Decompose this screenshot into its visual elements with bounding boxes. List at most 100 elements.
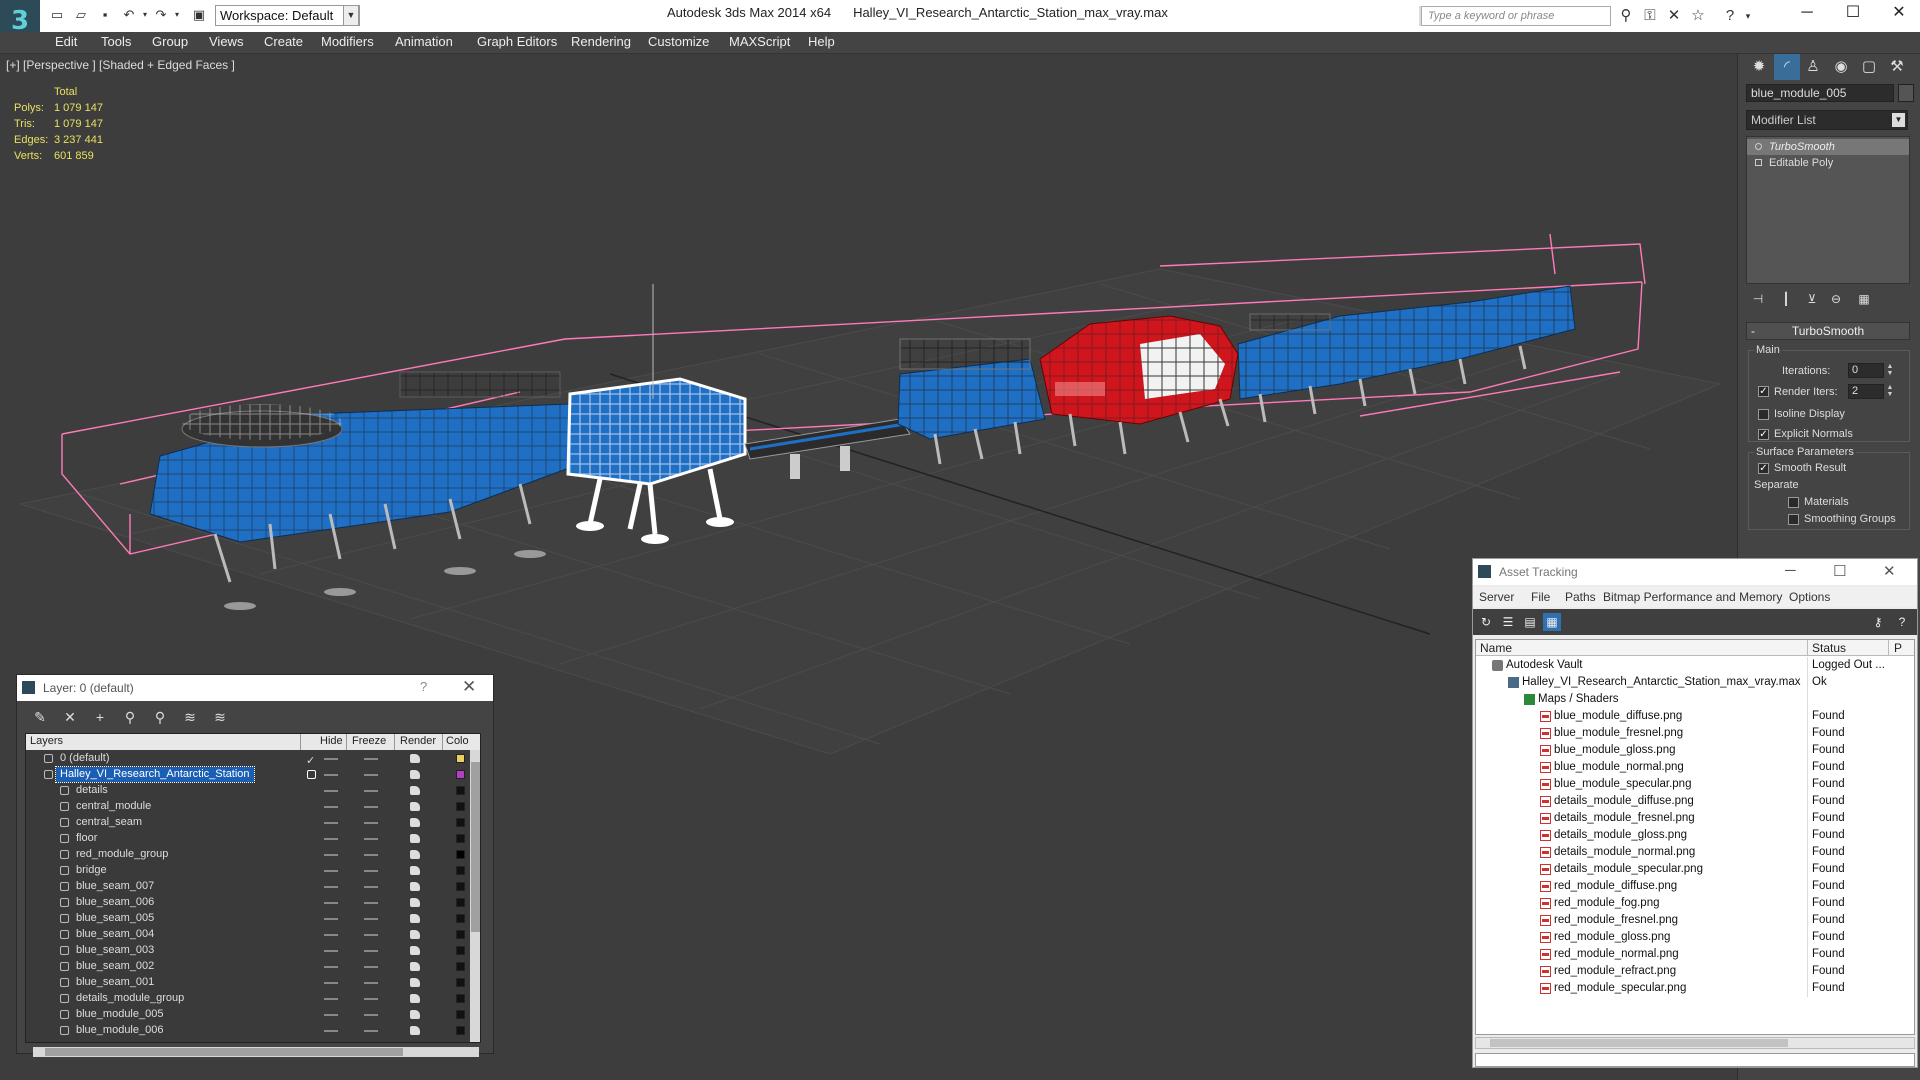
freeze-toggle[interactable] — [364, 870, 378, 872]
layer-row[interactable]: central_seam — [26, 815, 466, 831]
refresh-icon[interactable]: ↻ — [1477, 613, 1495, 631]
layer-row[interactable]: blue_seam_006 — [26, 895, 466, 911]
asset-row[interactable]: red_module_gloss.png Found — [1476, 929, 1914, 946]
column-separator[interactable] — [442, 734, 443, 750]
make-current-box-icon[interactable] — [307, 770, 316, 779]
layer-row[interactable]: details — [26, 783, 466, 799]
col-freeze[interactable]: Freeze — [352, 735, 386, 747]
layer-color-swatch[interactable] — [456, 882, 465, 891]
layer-row[interactable]: red_module_group — [26, 847, 466, 863]
freeze-toggle[interactable] — [364, 1030, 378, 1032]
column-separator[interactable] — [346, 734, 347, 750]
table-view-icon[interactable]: ▦ — [1543, 613, 1561, 631]
user-account-icon[interactable]: ✕ — [1664, 6, 1684, 26]
column-separator[interactable] — [300, 734, 301, 750]
render-teapot-icon[interactable] — [410, 882, 420, 891]
help-button[interactable]: ? — [420, 679, 427, 694]
layer-row[interactable]: Halley_VI_Research_Antarctic_Station — [26, 766, 466, 783]
render-teapot-icon[interactable] — [410, 898, 420, 907]
scroll-thumb[interactable] — [45, 1048, 403, 1056]
hide-toggle[interactable] — [324, 966, 338, 968]
render-teapot-icon[interactable] — [410, 962, 420, 971]
stack-item-editable-poly[interactable]: Editable Poly — [1747, 155, 1909, 171]
hide-toggle[interactable] — [324, 982, 338, 984]
favorites-star-icon[interactable]: ☆ — [1688, 6, 1708, 26]
freeze-toggle[interactable] — [364, 950, 378, 952]
layer-row[interactable]: blue_seam_001 — [26, 975, 466, 991]
col-hide[interactable]: Hide — [320, 735, 343, 747]
configure-sets-icon[interactable]: ▦ — [1854, 290, 1874, 308]
render-teapot-icon[interactable] — [410, 802, 420, 811]
hide-toggle[interactable] — [324, 854, 338, 856]
make-unique-icon[interactable]: ⊻ — [1802, 290, 1822, 308]
remove-modifier-icon[interactable]: ⊖ — [1826, 290, 1846, 308]
help-icon[interactable]: ? — [1893, 613, 1911, 631]
stack-item-turbosmooth[interactable]: TurboSmooth — [1747, 139, 1909, 155]
hide-toggle[interactable] — [324, 1014, 338, 1016]
isoline-display-checkbox[interactable] — [1758, 409, 1769, 420]
layer-row[interactable]: blue_seam_007 — [26, 879, 466, 895]
layer-color-swatch[interactable] — [456, 850, 465, 859]
hide-toggle[interactable] — [324, 758, 338, 760]
hide-toggle[interactable] — [324, 806, 338, 808]
layer-name[interactable]: central_module — [72, 799, 155, 814]
layer-name[interactable]: details — [72, 783, 112, 798]
light-bulb-icon[interactable] — [1755, 143, 1762, 150]
binoculars-icon[interactable]: ⚲ — [1616, 6, 1636, 26]
render-teapot-icon[interactable] — [410, 818, 420, 827]
open-file-icon[interactable]: ▱ — [72, 6, 90, 24]
asset-row[interactable]: details_module_specular.png Found — [1476, 861, 1914, 878]
hide-toggle[interactable] — [324, 934, 338, 936]
layer-name[interactable]: blue_seam_006 — [72, 895, 158, 910]
col-status[interactable]: Status — [1812, 641, 1846, 655]
hide-toggle[interactable] — [324, 998, 338, 1000]
menu-help[interactable]: Help — [808, 34, 835, 49]
render-teapot-icon[interactable] — [410, 754, 420, 763]
menu-tools[interactable]: Tools — [101, 34, 131, 49]
layer-color-swatch[interactable] — [456, 818, 465, 827]
hide-all-layers-icon[interactable]: ≋ — [179, 707, 201, 727]
layer-color-swatch[interactable] — [456, 770, 465, 779]
layer-row[interactable]: blue_module_006 — [26, 1023, 466, 1039]
asset-row[interactable]: blue_module_diffuse.png Found — [1476, 708, 1914, 725]
materials-checkbox[interactable] — [1788, 497, 1799, 508]
layer-color-swatch[interactable] — [456, 1010, 465, 1019]
layer-color-swatch[interactable] — [456, 898, 465, 907]
asset-horizontal-scrollbar[interactable] — [1475, 1037, 1915, 1049]
render-iters-checkbox[interactable]: ✓ — [1758, 386, 1769, 397]
help-dropdown-icon[interactable]: ▾ — [1738, 6, 1758, 26]
freeze-toggle[interactable] — [364, 790, 378, 792]
asset-row[interactable]: red_module_fresnel.png Found — [1476, 912, 1914, 929]
freeze-toggle[interactable] — [364, 966, 378, 968]
asset-row[interactable]: blue_module_normal.png Found — [1476, 759, 1914, 776]
col-color[interactable]: Colo — [446, 735, 469, 747]
freeze-toggle[interactable] — [364, 886, 378, 888]
render-iters-spinner[interactable]: 2 — [1848, 384, 1884, 399]
layer-name[interactable]: central_seam — [72, 815, 146, 830]
freeze-all-layers-icon[interactable]: ≋ — [209, 707, 231, 727]
spinner-arrows-icon[interactable]: ▲ ▼ — [1886, 363, 1894, 378]
layer-row[interactable]: blue_seam_002 — [26, 959, 466, 975]
freeze-toggle[interactable] — [364, 758, 378, 760]
layer-row[interactable]: blue_module_005 — [26, 1007, 466, 1023]
layer-name[interactable]: red_module_group — [72, 847, 172, 862]
render-teapot-icon[interactable] — [410, 930, 420, 939]
close-button[interactable]: ✕ — [1883, 562, 1896, 580]
menu-group[interactable]: Group — [152, 34, 188, 49]
layer-color-swatch[interactable] — [456, 786, 465, 795]
asset-row[interactable]: blue_module_gloss.png Found — [1476, 742, 1914, 759]
layer-color-swatch[interactable] — [456, 834, 465, 843]
close-button[interactable]: ✕ — [1876, 0, 1920, 28]
close-button[interactable]: ✕ — [462, 677, 476, 697]
layer-name[interactable]: blue_seam_003 — [72, 943, 158, 958]
render-teapot-icon[interactable] — [410, 1010, 420, 1019]
select-in-layer-icon[interactable]: ⚲ — [119, 707, 141, 727]
hide-toggle[interactable] — [324, 774, 338, 776]
menu-edit[interactable]: Edit — [55, 34, 77, 49]
layer-color-swatch[interactable] — [456, 994, 465, 1003]
layer-row[interactable]: 0 (default) ✓ — [26, 751, 466, 767]
asset-row[interactable]: details_module_normal.png Found — [1476, 844, 1914, 861]
layer-color-swatch[interactable] — [456, 962, 465, 971]
asset-row[interactable]: red_module_diffuse.png Found — [1476, 878, 1914, 895]
workspace-select[interactable]: Workspace: Default — [215, 5, 360, 26]
